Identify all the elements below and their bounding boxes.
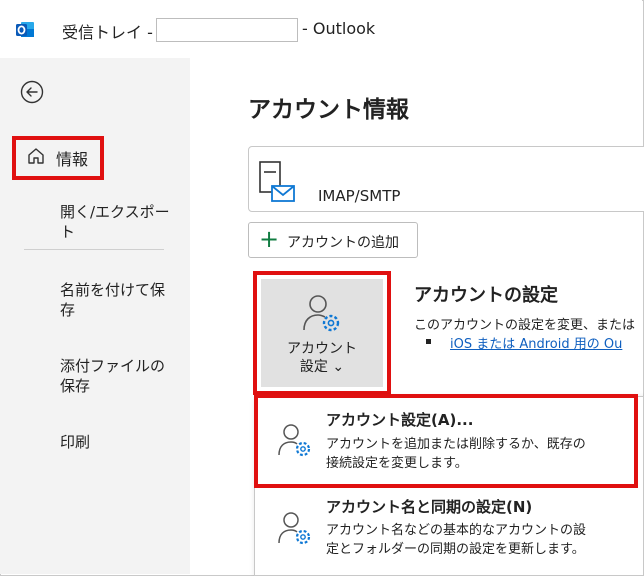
menu-item-name-sync-title: アカウント名と同期の設定(N) (326, 498, 533, 516)
sidebar-divider (24, 249, 164, 250)
add-account-label: アカウントの追加 (287, 235, 399, 251)
home-icon (28, 148, 44, 164)
window-title-prefix: 受信トレイ - (62, 23, 153, 42)
title-bar: 受信トレイ - - Outlook (0, 0, 642, 58)
sidebar-item-open-export[interactable]: 開く/エクスポート (60, 202, 180, 242)
sidebar-item-print[interactable]: 印刷 (60, 432, 180, 452)
sidebar-item-save-as[interactable]: 名前を付けて保存 (60, 280, 170, 320)
account-type: IMAP/SMTP (318, 187, 401, 205)
account-selector[interactable] (248, 146, 644, 212)
outlook-icon (16, 22, 34, 37)
plus-icon: + (259, 225, 280, 253)
sidebar-item-save-attachments[interactable]: 添付ファイルの保存 (60, 356, 172, 396)
menu-item-account-settings-highlight (254, 394, 638, 488)
account-settings-heading: アカウントの設定 (414, 285, 558, 306)
menu-item-name-sync-desc: アカウント名などの基本的なアカウントの設 定とフォルダーの同期の設定を更新します… (326, 521, 626, 559)
menu-desc-line: 定とフォルダーの同期の設定を更新します。 (326, 542, 585, 557)
sidebar-item-info[interactable]: 情報 (56, 146, 88, 170)
account-settings-description: このアカウントの設定を変更、または (414, 318, 636, 333)
menu-desc-line: アカウント名などの基本的なアカウントの設 (326, 523, 587, 538)
add-account-button[interactable]: + アカウントの追加 (248, 222, 418, 258)
window-title-suffix: - Outlook (302, 19, 376, 38)
mobile-setup-link[interactable]: iOS または Android 用の Ou (450, 333, 622, 352)
back-arrow-icon[interactable] (20, 80, 44, 104)
redacted-account-name (156, 18, 298, 42)
account-settings-icon (303, 295, 340, 332)
account-settings-label-line1: アカウント (287, 341, 357, 357)
account-sync-settings-icon (278, 512, 311, 545)
bullet (426, 339, 431, 344)
mailbox-icon (259, 161, 295, 202)
account-settings-label-line2: 設定 ⌄ (299, 359, 345, 375)
page-title: アカウント情報 (248, 97, 409, 123)
account-settings-button-label: アカウント 設定 ⌄ (261, 340, 383, 376)
